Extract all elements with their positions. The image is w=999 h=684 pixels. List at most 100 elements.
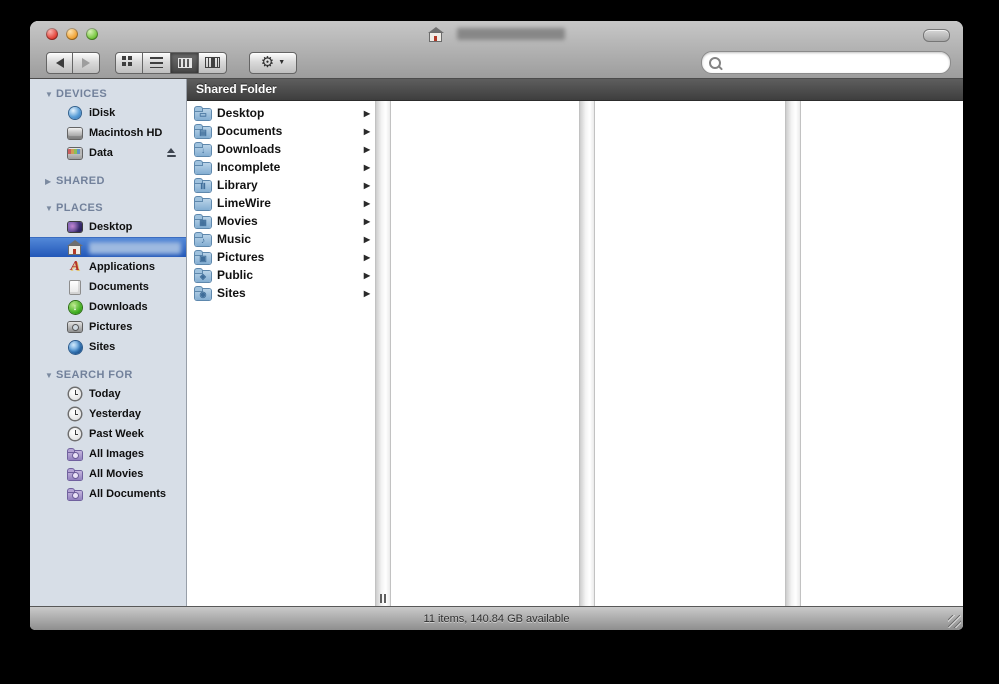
folder-row-documents[interactable]: ▤ Documents ▶ (187, 122, 375, 140)
folder-label: LimeWire (217, 196, 271, 210)
column-2-scrollbar[interactable] (579, 101, 595, 606)
status-bar: 11 items, 140.84 GB available (30, 606, 963, 630)
sidebar-section-header-devices[interactable]: ▼ DEVICES (30, 85, 186, 103)
folder-label: Pictures (217, 250, 265, 264)
sidebar-item-all-movies[interactable]: All Movies (30, 464, 186, 484)
sidebar-item-past-week[interactable]: Past Week (30, 424, 186, 444)
sidebar-item-yesterday[interactable]: Yesterday (30, 404, 186, 424)
sidebar-item-label: Applications (89, 261, 156, 273)
disclosure-arrow-icon: ▶ (363, 270, 370, 280)
smart-folder-icon (67, 487, 83, 502)
forward-arrow-icon (82, 57, 90, 68)
sidebar-item-documents[interactable]: Documents (30, 277, 186, 297)
sidebar-item-pictures[interactable]: Pictures (30, 317, 186, 337)
sidebar-item-applications[interactable]: Applications (30, 257, 186, 277)
eject-icon[interactable] (165, 148, 178, 158)
forward-button[interactable] (73, 51, 100, 74)
search-input[interactable] (726, 51, 950, 74)
folder-icon: ◉ (195, 286, 211, 300)
sidebar-item-today[interactable]: Today (30, 384, 186, 404)
sidebar-item-idisk[interactable]: iDisk (30, 103, 186, 123)
folder-icon (195, 196, 211, 210)
window-chrome: ⚙ ▼ (30, 21, 963, 79)
sidebar-item-label: Data (89, 147, 113, 159)
search-field[interactable] (701, 51, 951, 74)
sidebar-section-label: SHARED (56, 175, 105, 187)
sidebar-item-sites[interactable]: Sites (30, 337, 186, 357)
folder-row-sites[interactable]: ◉ Sites ▶ (187, 284, 375, 302)
column-view-button[interactable] (171, 51, 199, 74)
sidebar-item-label: Yesterday (89, 408, 141, 420)
disclosure-arrow-icon: ▶ (363, 162, 370, 172)
disclosure-triangle-icon: ▼ (45, 203, 53, 213)
folder-icon: ▣ (195, 250, 211, 264)
sidebar-section-header-shared[interactable]: ▶ SHARED (30, 172, 186, 190)
coverflow-view-icon (205, 57, 220, 68)
list-view-icon (150, 57, 163, 68)
icon-view-button[interactable] (115, 51, 143, 74)
folder-row-desktop[interactable]: ▭ Desktop ▶ (187, 104, 375, 122)
folder-row-pictures[interactable]: ▣ Pictures ▶ (187, 248, 375, 266)
sidebar-item-label: All Documents (89, 488, 167, 500)
column-view-icon (177, 57, 192, 68)
folder-row-library[interactable]: Ⅲ Library ▶ (187, 176, 375, 194)
idisk-icon (67, 106, 83, 121)
disclosure-arrow-icon: ▶ (363, 234, 370, 244)
macintosh-hd-icon (67, 126, 83, 141)
folder-icon: ♪ (195, 232, 211, 246)
sidebar-item-all-documents[interactable]: All Documents (30, 484, 186, 504)
disclosure-arrow-icon: ▶ (363, 198, 370, 208)
back-button[interactable] (46, 51, 73, 74)
column-view: Shared Folder ▭ Desktop ▶ ▤ Documents ▶ … (187, 79, 963, 606)
view-mode-control (115, 51, 227, 74)
sidebar-item-data[interactable]: Data (30, 143, 186, 163)
downloads-icon (67, 300, 83, 315)
folder-icon: ↓ (195, 142, 211, 156)
window-body: ▼ DEVICES iDisk Macintosh HD Data ▶ SHAR… (30, 79, 963, 606)
home-icon (428, 26, 444, 42)
disclosure-arrow-icon: ▶ (363, 216, 370, 226)
disclosure-triangle-icon: ▶ (45, 176, 52, 186)
column-3-scrollbar[interactable] (785, 101, 801, 606)
sidebar-item-home[interactable] (30, 237, 186, 257)
titlebar[interactable] (30, 21, 963, 47)
folder-row-incomplete[interactable]: Incomplete ▶ (187, 158, 375, 176)
column-1-scrollbar[interactable] (375, 101, 391, 606)
folder-label: Incomplete (217, 160, 281, 174)
folder-label: Movies (217, 214, 258, 228)
disclosure-arrow-icon: ▶ (363, 180, 370, 190)
redacted-label (89, 241, 181, 254)
disclosure-arrow-icon: ▶ (363, 288, 370, 298)
disclosure-arrow-icon: ▶ (363, 144, 370, 154)
disclosure-arrow-icon: ▶ (363, 126, 370, 136)
folder-row-downloads[interactable]: ↓ Downloads ▶ (187, 140, 375, 158)
sidebar-item-macintosh-hd[interactable]: Macintosh HD (30, 123, 186, 143)
action-menu-button[interactable]: ⚙ ▼ (249, 51, 297, 74)
column-resize-handle[interactable] (380, 594, 386, 603)
folder-label: Documents (217, 124, 283, 138)
folder-row-limewire[interactable]: LimeWire ▶ (187, 194, 375, 212)
sidebar-section-header-search-for[interactable]: ▼ SEARCH FOR (30, 366, 186, 384)
pictures-icon (67, 320, 83, 335)
window-title (30, 21, 963, 47)
sidebar-item-label: Desktop (89, 221, 133, 233)
sidebar-item-all-images[interactable]: All Images (30, 444, 186, 464)
sidebar-section-header-places[interactable]: ▼ PLACES (30, 199, 186, 217)
folder-row-public[interactable]: ◈ Public ▶ (187, 266, 375, 284)
sidebar-item-downloads[interactable]: Downloads (30, 297, 186, 317)
folder-row-movies[interactable]: ▦ Movies ▶ (187, 212, 375, 230)
sidebar-item-desktop[interactable]: Desktop (30, 217, 186, 237)
column-header: Shared Folder (187, 79, 963, 101)
folder-icon: ▭ (195, 106, 211, 120)
folder-row-music[interactable]: ♪ Music ▶ (187, 230, 375, 248)
toolbar-toggle-lozenge[interactable] (923, 29, 950, 42)
list-view-button[interactable] (143, 51, 171, 74)
resize-grip-icon[interactable] (948, 615, 961, 628)
sidebar-item-label: All Images (89, 448, 145, 460)
disclosure-arrow-icon: ▶ (363, 252, 370, 262)
desktop-icon (67, 220, 83, 235)
column-3 (595, 101, 785, 606)
clock-icon (67, 427, 83, 442)
smart-folder-icon (67, 447, 83, 462)
coverflow-view-button[interactable] (199, 51, 227, 74)
